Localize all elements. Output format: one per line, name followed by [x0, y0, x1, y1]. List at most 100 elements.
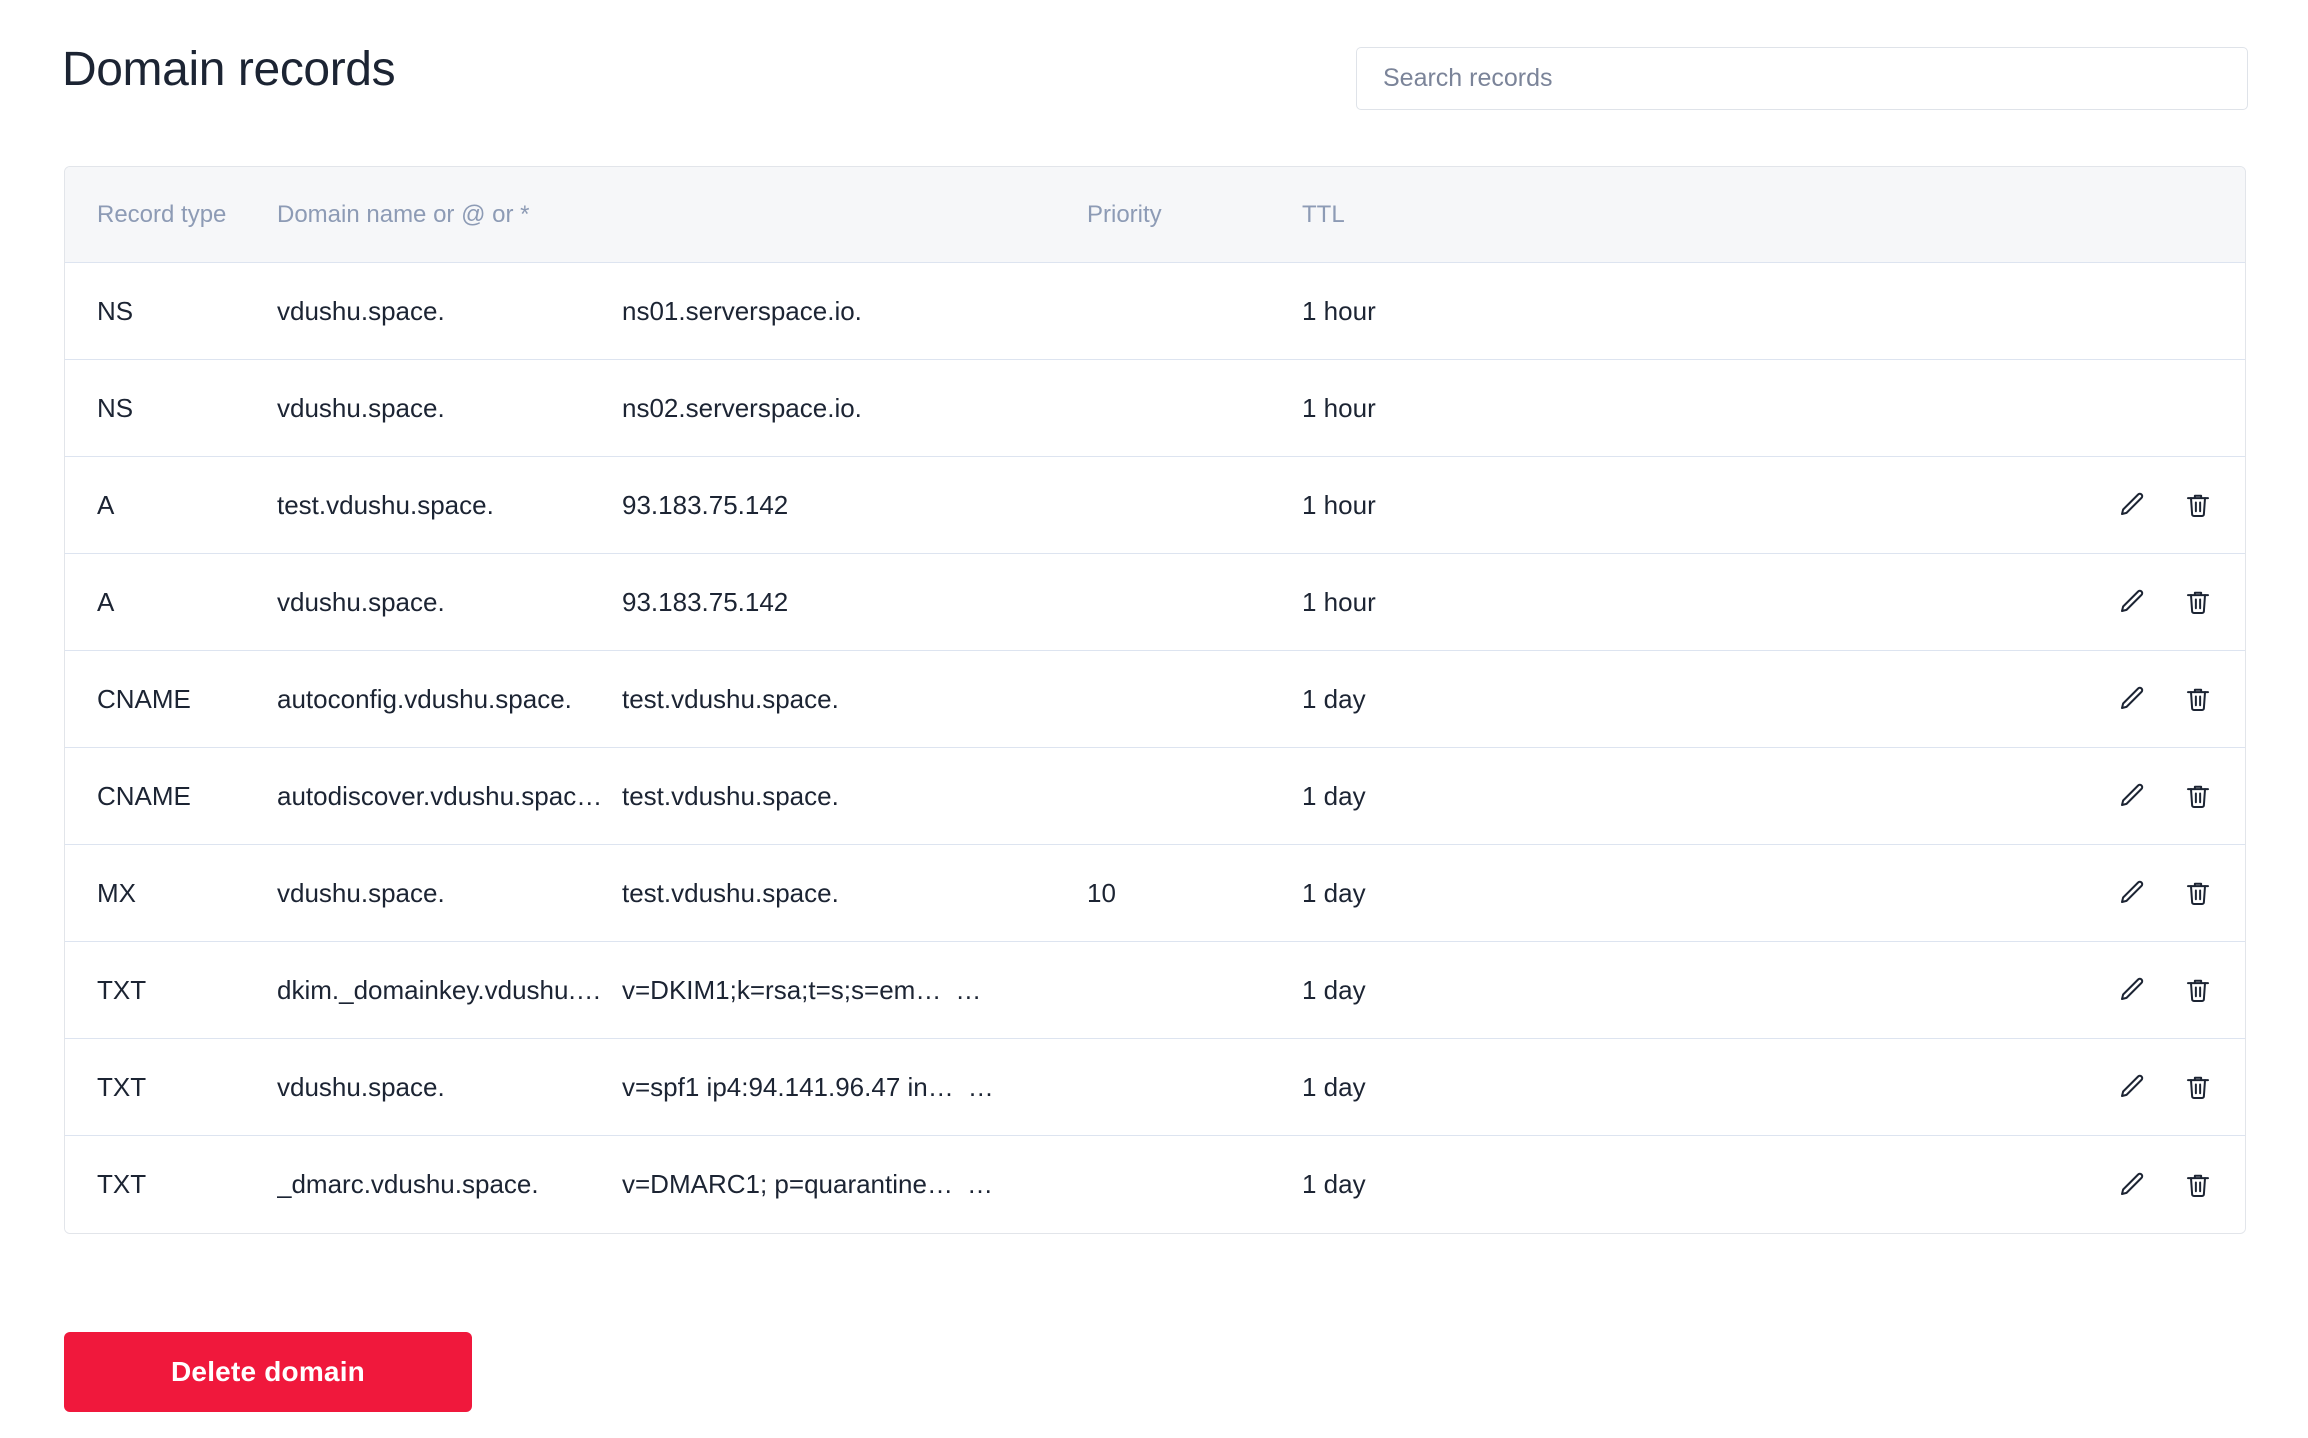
delete-domain-button[interactable]: Delete domain — [64, 1332, 472, 1412]
row-action-group — [2115, 748, 2215, 844]
cell-value: v=DMARC1; p=quarantine… … — [622, 1169, 1087, 1200]
cell-ttl: 1 hour — [1302, 489, 1376, 520]
pencil-icon — [2117, 490, 2147, 520]
table-row: CNAME autodiscover.vdushu.spac… test.vdush… — [65, 748, 2245, 845]
search-input[interactable] — [1356, 47, 2248, 110]
cell-actions — [1802, 360, 2245, 456]
cell-actions — [1802, 457, 2245, 553]
edit-record-button[interactable] — [2115, 585, 2149, 619]
delete-record-button[interactable] — [2181, 779, 2215, 813]
cell-actions — [1802, 942, 2245, 1038]
cell-record-type: MX — [97, 877, 136, 908]
trash-icon — [2183, 684, 2213, 714]
cell-value-text: v=DMARC1; p=quarantine… — [622, 1169, 953, 1199]
cell-actions — [1802, 1039, 2245, 1135]
cell-value-text: test.vdushu.space. — [622, 780, 839, 811]
cell-priority: 10 — [1087, 877, 1116, 908]
cell-domain-name: vdushu.space. — [277, 295, 445, 326]
cell-value: v=DKIM1;k=rsa;t=s;s=em…… — [622, 975, 1087, 1006]
cell-actions — [1802, 845, 2245, 941]
cell-value-text: ns01.serverspace.io. — [622, 295, 862, 326]
cell-domain-name: vdushu.space. — [277, 1071, 445, 1102]
cell-record-type: TXT — [97, 1071, 147, 1102]
edit-record-button[interactable] — [2115, 1168, 2149, 1202]
cell-record-type: A — [97, 586, 115, 617]
column-header-ttl: TTL — [1302, 200, 1345, 228]
cell-value: ns02.serverspace.io. — [622, 393, 1087, 424]
trash-icon — [2183, 878, 2213, 908]
delete-record-button[interactable] — [2181, 973, 2215, 1007]
row-action-group — [2115, 942, 2215, 1038]
value-truncation-ellipsis: … — [955, 974, 983, 1005]
cell-record-type: NS — [97, 392, 134, 423]
column-header-domain-name: Domain name or @ or * — [277, 200, 530, 228]
trash-icon — [2183, 490, 2213, 520]
row-action-group — [2115, 1039, 2215, 1135]
cell-value-text: ns02.serverspace.io. — [622, 392, 862, 423]
pencil-icon — [2117, 684, 2147, 714]
table-row: TXT dkim._domainkey.vdushu.… v=DKIM1;k=rsa… — [65, 942, 2245, 1039]
cell-record-type: A — [97, 489, 115, 520]
domain-records-table: Record type Domain name or @ or * Priori… — [64, 166, 2246, 1234]
cell-value: 93.183.75.142 — [622, 490, 1087, 521]
edit-record-button[interactable] — [2115, 779, 2149, 813]
row-action-group — [2115, 845, 2215, 941]
delete-record-button[interactable] — [2181, 488, 2215, 522]
page-title: Domain records — [62, 43, 396, 96]
edit-record-button[interactable] — [2115, 876, 2149, 910]
row-action-group — [2115, 457, 2215, 553]
cell-domain-name: vdushu.space. — [277, 877, 445, 908]
trash-icon — [2183, 1170, 2213, 1200]
cell-record-type: CNAME — [97, 683, 191, 714]
table-row: NS vdushu.space. ns01.serverspace.io. 1 hou… — [65, 263, 2245, 360]
cell-record-type: TXT — [97, 974, 147, 1005]
delete-record-button[interactable] — [2181, 876, 2215, 910]
edit-record-button[interactable] — [2115, 488, 2149, 522]
table-row: MX vdushu.space. test.vdushu.space. 10 1 day — [65, 845, 2245, 942]
cell-value: 93.183.75.142 — [622, 587, 1087, 618]
cell-value-text: test.vdushu.space. — [622, 683, 839, 714]
column-header-record-type: Record type — [97, 200, 227, 228]
cell-domain-name: dkim._domainkey.vdushu.… — [277, 974, 602, 1005]
table-row: Atest.vdushu.space. 93.183.75.142 1 hour — [65, 457, 2245, 554]
cell-ttl: 1 day — [1302, 683, 1366, 714]
table-row: TXT vdushu.space. v=spf1 ip4:94.141.96.47 … — [65, 1039, 2245, 1136]
edit-record-button[interactable] — [2115, 682, 2149, 716]
page-header: Domain records — [0, 0, 2308, 160]
trash-icon — [2183, 587, 2213, 617]
table-row: TXT _dmarc.vdushu.space. v=DMARC1; p=quara… — [65, 1136, 2245, 1233]
cell-domain-name: _dmarc.vdushu.space. — [277, 1169, 539, 1199]
pencil-icon — [2117, 1072, 2147, 1102]
cell-value: test.vdushu.space. — [622, 684, 1087, 715]
row-action-group — [2115, 554, 2215, 650]
table-header-row: Record type Domain name or @ or * Priori… — [65, 167, 2245, 263]
table-row: NS vdushu.space. ns02.serverspace.io. 1 hou… — [65, 360, 2245, 457]
cell-domain-name: test.vdushu.space. — [277, 489, 494, 520]
pencil-icon — [2117, 975, 2147, 1005]
cell-ttl: 1 day — [1302, 780, 1366, 811]
cell-value: test.vdushu.space. — [622, 781, 1087, 812]
cell-ttl: 1 hour — [1302, 295, 1376, 326]
cell-value: v=spf1 ip4:94.141.96.47 in…… — [622, 1072, 1087, 1103]
cell-domain-name: autodiscover.vdushu.spac… — [277, 780, 603, 811]
table-body: NS vdushu.space. ns01.serverspace.io. 1 hou… — [65, 263, 2245, 1233]
trash-icon — [2183, 1072, 2213, 1102]
cell-ttl: 1 day — [1302, 1169, 1366, 1199]
column-header-priority: Priority — [1087, 200, 1162, 228]
pencil-icon — [2117, 1170, 2147, 1200]
pencil-icon — [2117, 878, 2147, 908]
cell-ttl: 1 day — [1302, 877, 1366, 908]
edit-record-button[interactable] — [2115, 1070, 2149, 1104]
cell-value-text: 93.183.75.142 — [622, 489, 789, 520]
delete-record-button[interactable] — [2181, 1070, 2215, 1104]
delete-record-button[interactable] — [2181, 682, 2215, 716]
cell-value-text: v=spf1 ip4:94.141.96.47 in… — [622, 1071, 954, 1102]
edit-record-button[interactable] — [2115, 973, 2149, 1007]
value-truncation-ellipsis: … — [966, 1169, 994, 1199]
cell-domain-name: autoconfig.vdushu.space. — [277, 683, 572, 714]
table-row: CNAME autoconfig.vdushu.space. test.vdushu… — [65, 651, 2245, 748]
delete-record-button[interactable] — [2181, 585, 2215, 619]
column-header-actions — [1802, 167, 2245, 262]
delete-record-button[interactable] — [2181, 1168, 2215, 1202]
cell-actions — [1802, 1136, 2245, 1233]
